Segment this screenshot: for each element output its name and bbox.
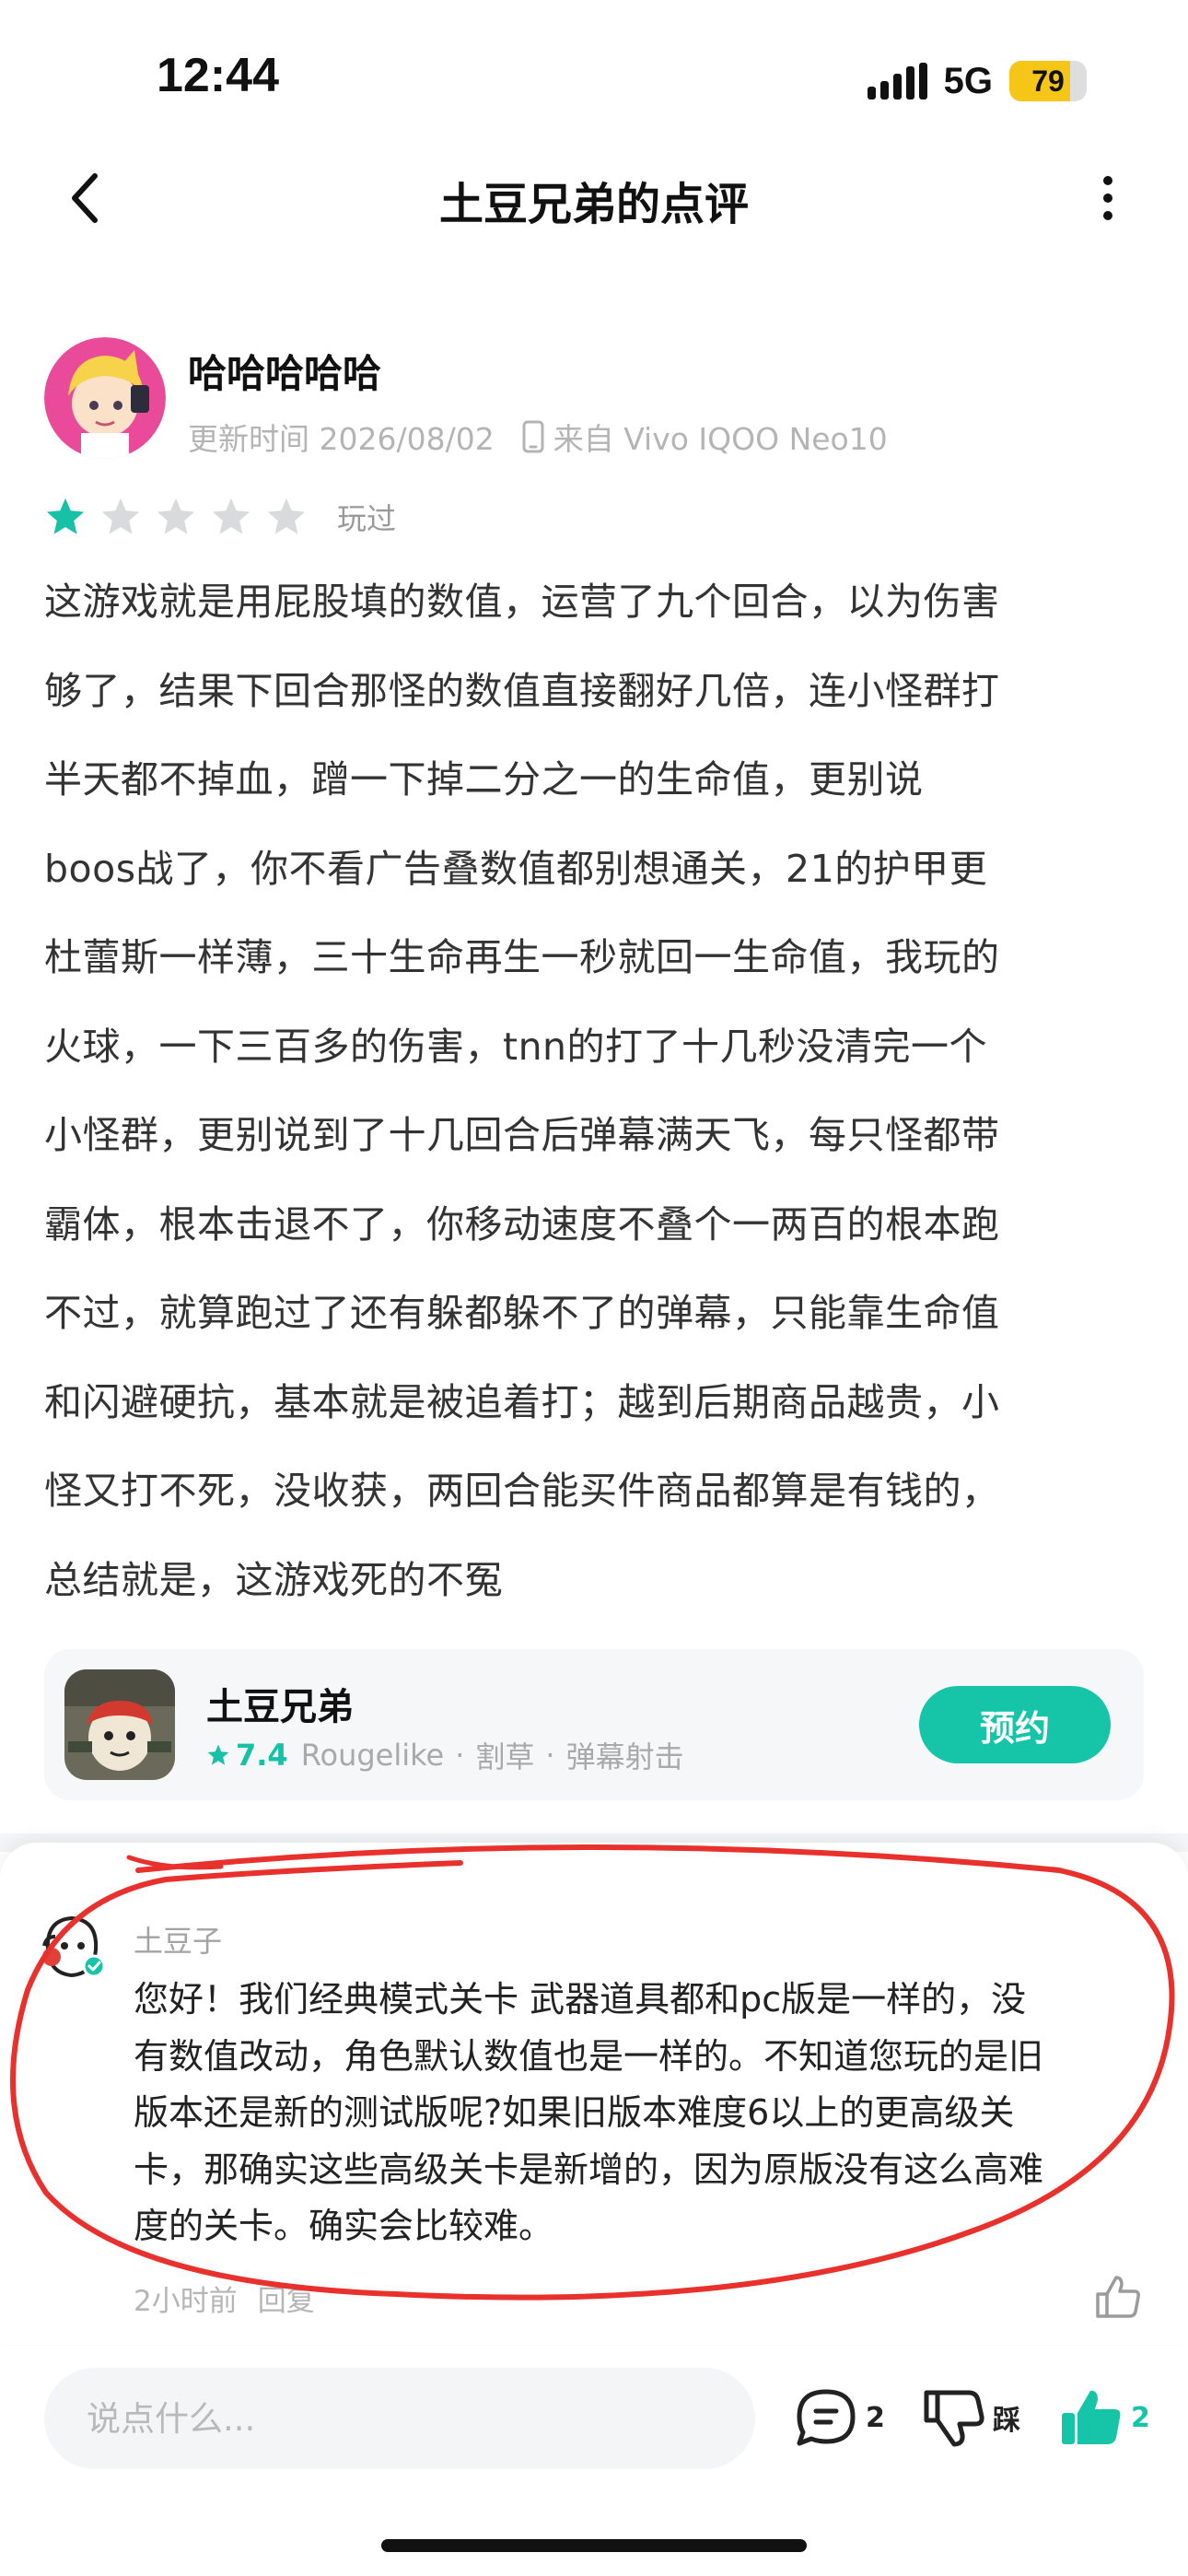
more-vertical-icon xyxy=(1103,176,1112,220)
battery-percentage: 79 xyxy=(1031,64,1065,98)
reply-like-button[interactable] xyxy=(1094,2274,1142,2324)
review-line: 和闪避硬抗，基本就是被追着打；越到后期商品越贵，小 xyxy=(44,1379,1000,1424)
game-meta: 7.4 Rougelike · 割草 · 弹幕射击 xyxy=(206,1734,684,1776)
comment-count: 2 xyxy=(866,2401,885,2434)
review-line: 总结就是，这游戏死的不冤 xyxy=(44,1557,503,1602)
review-line: 怪又打不死，没收获，两回合能买件商品都算是有钱的， xyxy=(44,1469,1000,1513)
phone-icon xyxy=(522,420,544,453)
home-indicator xyxy=(381,2539,807,2552)
game-tag: 割草 xyxy=(475,1739,535,1774)
reply-avatar[interactable] xyxy=(35,1909,109,1983)
thumbs-up-filled-icon xyxy=(1062,2390,1121,2444)
game-card[interactable]: 土豆兄弟 7.4 Rougelike · 割草 · 弹幕射击 预约 xyxy=(44,1649,1144,1800)
review-line: boos战了，你不看广告叠数值都别想通关，21的护甲更 xyxy=(44,846,988,891)
like-count: 2 xyxy=(1131,2401,1150,2434)
reply-line: 卡，那确实这些高级关卡是新增的，因为原版没有这么高难 xyxy=(134,2149,1044,2190)
like-button[interactable]: 2 xyxy=(1059,2381,1150,2454)
score-star-icon xyxy=(207,1744,229,1765)
dislike-button[interactable]: 踩 xyxy=(923,2381,1020,2454)
star-empty-icon xyxy=(212,498,250,534)
star-rating: 玩过 xyxy=(44,496,396,538)
game-score: 7.4 xyxy=(236,1738,288,1773)
reply-link[interactable]: 回复 xyxy=(258,2277,315,2319)
star-filled-icon xyxy=(46,498,85,534)
review-line: 小怪群，更别说到了十几回合后弹幕满天飞，每只怪都带 xyxy=(44,1113,1000,1157)
network-type: 5G xyxy=(943,60,993,101)
star-empty-icon xyxy=(101,498,140,534)
reserve-button[interactable]: 预约 xyxy=(919,1686,1111,1763)
status-time: 12:44 xyxy=(157,49,279,102)
star-empty-icon xyxy=(157,498,195,534)
reply-meta: 2小时前 回复 xyxy=(134,2277,315,2319)
status-indicators: 5G 79 xyxy=(867,55,1087,107)
reply-time: 2小时前 xyxy=(134,2285,238,2318)
dislike-label: 踩 xyxy=(993,2405,1020,2437)
review-line: 火球，一下三百多的伤害，tnn的打了十几秒没清完一个 xyxy=(44,1024,988,1069)
review-line: 霸体，根本击退不了，你移动速度不叠个一两百的根本跑 xyxy=(44,1201,1000,1247)
game-tag: 弹幕射击 xyxy=(565,1739,684,1774)
device-source: 来自 Vivo IQOO Neo10 xyxy=(553,421,888,457)
reply-line: 您好！我们经典模式关卡 武器道具都和pc版是一样的，没 xyxy=(134,1979,1027,2020)
played-label: 玩过 xyxy=(337,501,397,536)
comment-bubble-icon xyxy=(797,2389,856,2446)
game-tag: Rougelike xyxy=(300,1738,445,1773)
review-line: 杜蕾斯一样薄，三十生命再生一秒就回一生命值，我玩的 xyxy=(44,935,1000,979)
game-name[interactable]: 土豆兄弟 xyxy=(206,1677,354,1730)
reviewer-avatar[interactable] xyxy=(44,337,166,459)
reviewer-name[interactable]: 哈哈哈哈哈 xyxy=(188,343,381,399)
comment-input[interactable] xyxy=(44,2368,755,2469)
more-options-button[interactable] xyxy=(1076,166,1140,230)
tag-separator: · xyxy=(455,1738,465,1773)
review-line: 半天都不掉血，蹭一下掉二分之一的生命值，更别说 xyxy=(44,757,924,802)
reply-author[interactable]: 土豆子 xyxy=(134,1918,222,1961)
tag-separator: · xyxy=(545,1738,555,1773)
nav-header: 土豆兄弟的点评 xyxy=(0,157,1188,240)
game-icon[interactable] xyxy=(64,1669,175,1780)
review-line: 够了，结果下回合那怪的数值直接翻好几倍，连小怪群打 xyxy=(44,668,1000,713)
review-text: 这游戏就是用屁股填的数值，运营了九个回合，以为伤害 够了，结果下回合那怪的数值直… xyxy=(44,557,1146,1624)
star-empty-icon xyxy=(267,498,306,534)
battery-icon: 79 xyxy=(1009,61,1087,101)
status-bar: 12:44 5G 79 xyxy=(0,0,1188,157)
reply-line: 度的关卡。确实会比较难。 xyxy=(134,2206,554,2246)
thumbs-up-outline-icon xyxy=(1096,2276,1140,2318)
page-title: 土豆兄弟的点评 xyxy=(438,179,749,230)
review-line: 不过，就算跑过了还有躲都躲不了的弹幕，只能靠生命值 xyxy=(44,1291,1000,1335)
cellular-signal-icon xyxy=(867,63,927,100)
update-time: 更新时间 2026/08/02 xyxy=(188,421,495,457)
reply-line: 有数值改动，角色默认数值也是一样的。不知道您玩的是旧 xyxy=(134,2035,1044,2077)
thumbs-down-icon xyxy=(924,2390,984,2447)
review-meta: 更新时间 2026/08/02 来自 Vivo IQOO Neo10 xyxy=(188,415,888,459)
review-line: 这游戏就是用屁股填的数值，运营了九个回合，以为伤害 xyxy=(44,580,1000,624)
comment-button[interactable]: 2 xyxy=(794,2381,885,2454)
reply-text: 您好！我们经典模式关卡 武器道具都和pc版是一样的，没 有数值改动，角色默认数值… xyxy=(134,1972,1137,2255)
reply-line: 版本还是新的测试版呢?如果旧版本难度6以上的更高级关 xyxy=(134,2092,1015,2133)
